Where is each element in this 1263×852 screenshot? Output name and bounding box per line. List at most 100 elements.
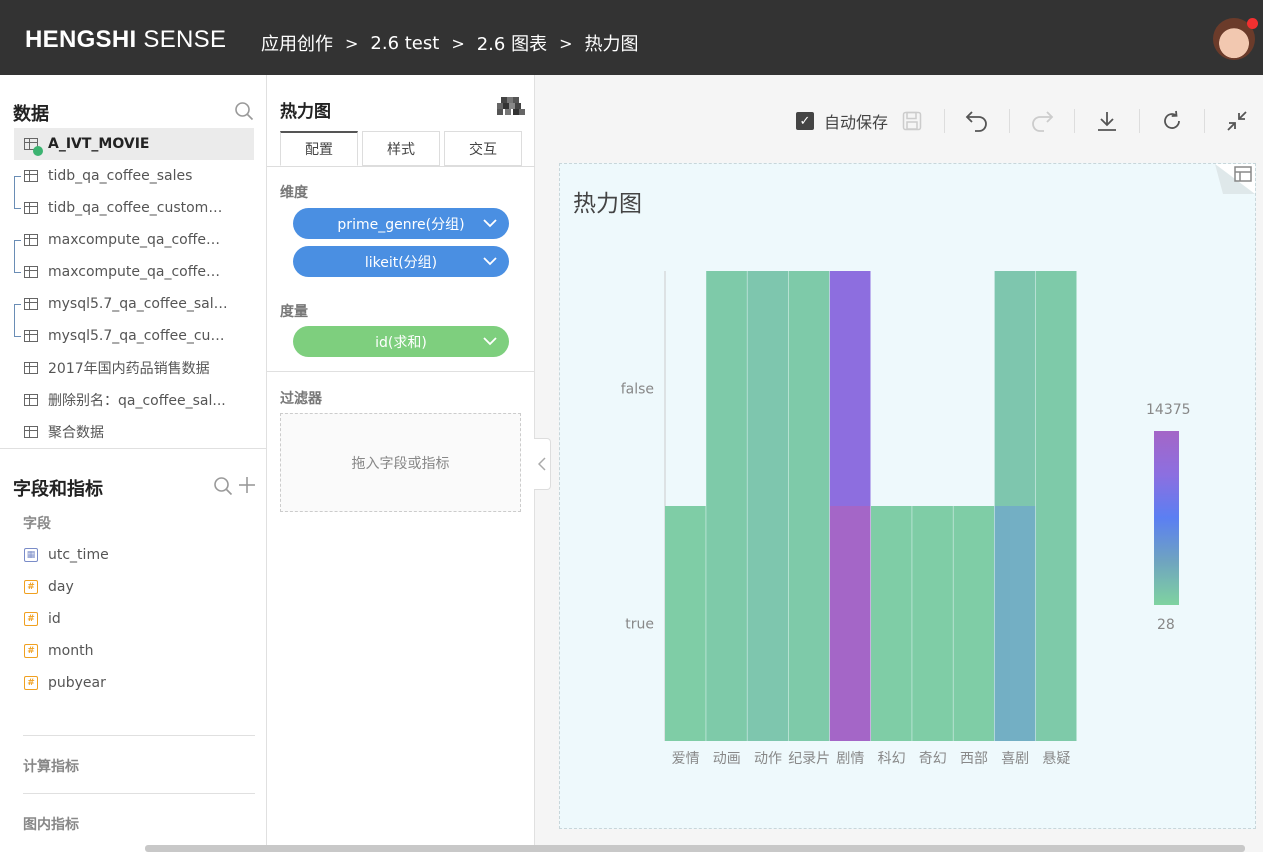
field-item[interactable]: # pubyear bbox=[14, 667, 254, 699]
dataset-item[interactable]: 聚合数据 bbox=[14, 416, 254, 448]
link-bracket bbox=[14, 176, 21, 209]
number-icon: # bbox=[24, 644, 38, 658]
checkbox-checked-icon[interactable]: ✓ bbox=[796, 112, 814, 130]
field-label: pubyear bbox=[48, 675, 106, 691]
config-tabs: 配置 样式 交互 bbox=[280, 131, 526, 166]
breadcrumb: 应用创作 > 2.6 test > 2.6 图表 > 热力图 bbox=[261, 30, 639, 56]
redo-button[interactable] bbox=[1026, 105, 1058, 137]
dataset-label: 删除别名：qa_coffee_sal... bbox=[48, 393, 226, 409]
status-ok-icon bbox=[33, 146, 43, 156]
filter-drop-zone[interactable]: 拖入字段或指标 bbox=[280, 413, 521, 512]
collapse-panel-button[interactable] bbox=[534, 438, 551, 490]
tab-config[interactable]: 配置 bbox=[280, 131, 358, 166]
fields-section-title: 字段和指标 bbox=[13, 479, 103, 500]
search-icon[interactable] bbox=[213, 476, 233, 496]
legend-gradient-bar[interactable] bbox=[1154, 431, 1179, 605]
breadcrumb-item-dashboard[interactable]: 2.6 图表 bbox=[477, 30, 547, 56]
dataset-label: 聚合数据 bbox=[48, 425, 104, 441]
toolbar-separator bbox=[1204, 109, 1206, 133]
table-icon bbox=[24, 362, 38, 374]
fields-label: 字段 bbox=[23, 516, 51, 532]
dimension-label: 维度 bbox=[280, 185, 308, 201]
link-bracket bbox=[14, 240, 21, 273]
section-divider bbox=[23, 793, 255, 794]
dataset-item[interactable]: tidb_qa_coffee_custome... bbox=[14, 192, 254, 224]
chart-title: 热力图 bbox=[573, 191, 642, 217]
dataset-label: maxcompute_qa_coffee_... bbox=[48, 232, 228, 248]
exit-fullscreen-button[interactable] bbox=[1221, 105, 1253, 137]
toolbar-separator bbox=[1074, 109, 1076, 133]
breadcrumb-separator: > bbox=[451, 33, 465, 53]
chart-toolbar: ✓ 自动保存 bbox=[796, 104, 1253, 138]
breadcrumb-item-current: 热力图 bbox=[584, 34, 639, 55]
measure-pill[interactable]: id(求和) bbox=[293, 326, 509, 357]
dataset-item[interactable]: mysql5.7_qa_coffee_sales bbox=[14, 288, 254, 320]
dimension-pill-label: likeit(分组) bbox=[364, 254, 438, 271]
data-section-title: 数据 bbox=[13, 104, 49, 125]
search-icon[interactable] bbox=[234, 101, 254, 121]
calc-metrics-label[interactable]: 计算指标 bbox=[23, 756, 79, 776]
save-button[interactable] bbox=[896, 105, 928, 137]
autosave-toggle[interactable]: ✓ 自动保存 bbox=[796, 109, 888, 133]
refresh-button[interactable] bbox=[1156, 105, 1188, 137]
notification-dot bbox=[1247, 18, 1258, 29]
dataset-item[interactable]: A_IVT_MOVIE bbox=[14, 128, 254, 160]
chevron-down-icon[interactable] bbox=[483, 254, 497, 268]
field-item[interactable]: # day bbox=[14, 571, 254, 603]
field-list[interactable]: ▦ utc_time # day # id # month # pubyear bbox=[14, 539, 254, 725]
dataset-item[interactable]: mysql5.7_qa_coffee_cust... bbox=[14, 320, 254, 352]
app-logo[interactable]: HENGSHI SENSE bbox=[25, 26, 226, 54]
dataset-item[interactable]: tidb_qa_coffee_sales bbox=[14, 160, 254, 192]
breadcrumb-separator: > bbox=[559, 33, 573, 53]
chevron-down-icon[interactable] bbox=[483, 334, 497, 348]
legend-max-label: 14375 bbox=[1146, 402, 1191, 418]
collapse-arrows-icon bbox=[1227, 111, 1247, 131]
add-icon[interactable] bbox=[238, 476, 256, 494]
dataset-item[interactable]: 2017年国内药品销售数据 bbox=[14, 352, 254, 384]
table-icon bbox=[24, 266, 38, 278]
chart-type-title: 热力图 bbox=[280, 102, 331, 122]
table-icon bbox=[24, 234, 38, 246]
logo-rest-text: SENSE bbox=[136, 26, 227, 53]
top-header: HENGSHI SENSE 应用创作 > 2.6 test > 2.6 图表 >… bbox=[0, 0, 1263, 75]
logo-bold-text: HENGSHI bbox=[25, 26, 137, 53]
section-divider bbox=[23, 735, 255, 736]
dataset-item[interactable]: 删除别名：qa_coffee_sal... bbox=[14, 384, 254, 416]
download-button[interactable] bbox=[1091, 105, 1123, 137]
measure-pill-label: id(求和) bbox=[375, 334, 427, 351]
left-sidebar: 数据 A_IVT_MOVIE tidb_qa_coffee_sales tidb… bbox=[0, 75, 267, 852]
dataset-item[interactable]: maxcompute_qa_coffee_... bbox=[14, 224, 254, 256]
tab-interaction[interactable]: 交互 bbox=[444, 131, 522, 166]
redo-icon bbox=[1032, 111, 1054, 132]
horizontal-scrollbar[interactable] bbox=[145, 845, 1245, 852]
dimension-pill[interactable]: likeit(分组) bbox=[293, 246, 509, 277]
dataset-label: 2017年国内药品销售数据 bbox=[48, 361, 210, 377]
config-panel: 热力图 配置 样式 交互 维度 prime_genre(分组) likeit(分… bbox=[267, 75, 535, 852]
chevron-down-icon[interactable] bbox=[483, 216, 497, 230]
undo-icon bbox=[965, 111, 987, 132]
table-icon bbox=[24, 426, 38, 438]
tabs-underline bbox=[267, 166, 535, 167]
inchart-metrics-label[interactable]: 图内指标 bbox=[23, 814, 79, 834]
calendar-icon: ▦ bbox=[24, 548, 38, 562]
heatmap-type-icon[interactable] bbox=[497, 97, 525, 117]
field-item[interactable]: # id bbox=[14, 603, 254, 635]
chart-menu-icon[interactable] bbox=[1215, 164, 1255, 194]
undo-button[interactable] bbox=[961, 105, 993, 137]
field-item[interactable]: # month bbox=[14, 635, 254, 667]
tab-style[interactable]: 样式 bbox=[362, 131, 440, 166]
chevron-left-icon bbox=[538, 457, 546, 471]
chart-card[interactable]: 热力图 bbox=[559, 163, 1256, 829]
field-item[interactable]: ▦ utc_time bbox=[14, 539, 254, 571]
number-icon: # bbox=[24, 676, 38, 690]
table-icon bbox=[24, 202, 38, 214]
field-label: month bbox=[48, 643, 94, 659]
dimension-pill[interactable]: prime_genre(分组) bbox=[293, 208, 509, 239]
dataset-label: A_IVT_MOVIE bbox=[48, 136, 150, 152]
download-icon bbox=[1098, 112, 1117, 131]
breadcrumb-item-project[interactable]: 2.6 test bbox=[370, 33, 439, 54]
dataset-item[interactable]: maxcompute_qa_coffee_... bbox=[14, 256, 254, 288]
field-label: id bbox=[48, 611, 61, 627]
breadcrumb-item-app[interactable]: 应用创作 bbox=[261, 30, 333, 56]
user-avatar[interactable] bbox=[1213, 18, 1258, 60]
